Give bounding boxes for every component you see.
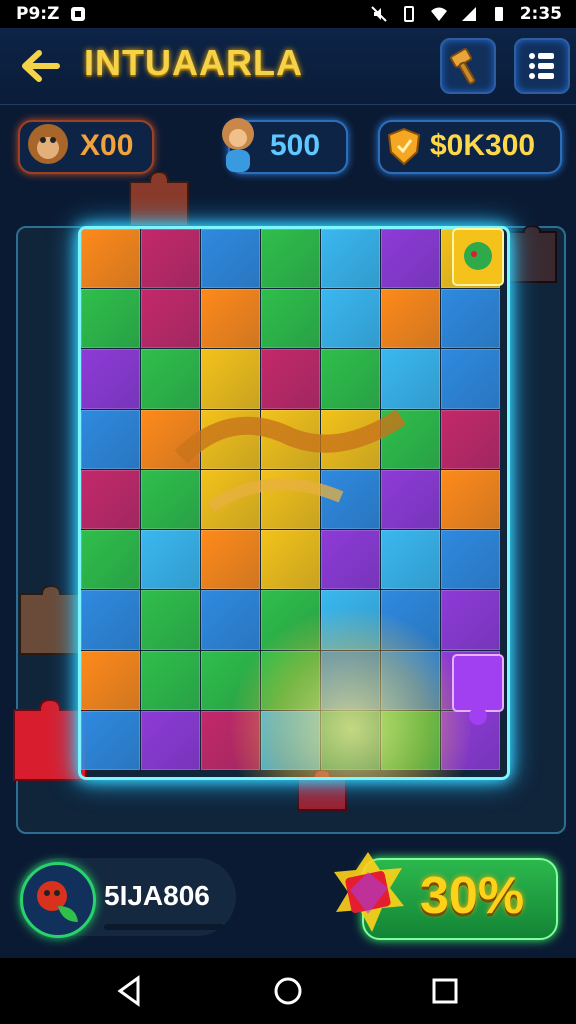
list-menu-icon bbox=[529, 53, 554, 79]
status-time-right: 2:35 bbox=[519, 4, 562, 24]
puzzle-piece[interactable] bbox=[81, 289, 140, 349]
puzzle-piece[interactable] bbox=[441, 590, 500, 650]
notification-icon bbox=[71, 7, 86, 21]
puzzle-piece[interactable] bbox=[141, 590, 200, 650]
back-button[interactable] bbox=[18, 46, 64, 86]
puzzle-board bbox=[78, 226, 510, 780]
signal-icon bbox=[461, 7, 476, 21]
puzzle-piece[interactable] bbox=[321, 229, 380, 289]
currency-pill-lives[interactable]: 500 bbox=[222, 118, 348, 174]
puzzle-piece[interactable] bbox=[441, 349, 500, 409]
monkey-face-icon bbox=[28, 124, 68, 164]
currency-value-coins: X00 bbox=[80, 129, 134, 162]
menu-button[interactable] bbox=[514, 38, 570, 94]
recents-square-icon[interactable] bbox=[428, 974, 462, 1008]
puzzle-piece[interactable] bbox=[81, 530, 140, 590]
dragon-artwork-icon bbox=[174, 409, 406, 513]
page-title: INTUAARLA bbox=[84, 42, 303, 83]
puzzle-piece[interactable] bbox=[441, 289, 500, 349]
vibrate-icon bbox=[403, 6, 414, 22]
header: INTUAARLA bbox=[0, 28, 576, 105]
hammer-icon bbox=[449, 48, 476, 85]
red-fruit-leaf-icon bbox=[37, 881, 78, 922]
puzzle-piece[interactable] bbox=[141, 710, 200, 770]
puzzle-piece[interactable] bbox=[261, 289, 320, 349]
puzzle-piece[interactable] bbox=[141, 229, 200, 289]
puzzle-piece[interactable] bbox=[141, 289, 200, 349]
corner-piece-top-right[interactable] bbox=[452, 228, 504, 286]
loose-puzzle-piece[interactable] bbox=[16, 586, 86, 658]
player-code: 5IJA806 bbox=[104, 880, 210, 911]
puzzle-piece[interactable] bbox=[321, 289, 380, 349]
currency-value-gold: $0K300 bbox=[430, 129, 536, 162]
status-bar: P9:Z 2:35 bbox=[0, 0, 576, 28]
navigation-bar bbox=[0, 958, 576, 1024]
currency-pill-gold[interactable]: $0K300 bbox=[378, 120, 562, 174]
home-circle-icon[interactable] bbox=[271, 974, 305, 1008]
puzzle-piece[interactable] bbox=[441, 469, 500, 530]
wifi-icon bbox=[430, 7, 447, 21]
avatar bbox=[20, 862, 96, 938]
puzzle-piece[interactable] bbox=[201, 590, 260, 650]
puzzle-piece[interactable] bbox=[261, 530, 320, 590]
status-time-left: P9:Z bbox=[16, 4, 60, 24]
red-gem-icon bbox=[334, 852, 404, 932]
battery-icon bbox=[494, 7, 503, 21]
puzzle-piece[interactable] bbox=[381, 530, 440, 590]
puzzle-piece[interactable] bbox=[141, 530, 200, 590]
puzzle-piece[interactable] bbox=[81, 590, 140, 650]
puzzle-piece[interactable] bbox=[201, 289, 260, 349]
puzzle-piece[interactable] bbox=[81, 469, 140, 530]
puzzle-piece[interactable] bbox=[441, 409, 500, 469]
corner-piece-bottom-right[interactable] bbox=[452, 654, 504, 726]
puzzle-piece[interactable] bbox=[81, 710, 140, 770]
back-triangle-icon[interactable] bbox=[112, 974, 146, 1008]
currency-pill-coins[interactable]: X00 bbox=[18, 120, 154, 174]
puzzle-piece[interactable] bbox=[81, 229, 140, 289]
hammer-button[interactable] bbox=[440, 38, 496, 94]
puzzle-piece[interactable] bbox=[381, 229, 440, 289]
loose-puzzle-piece[interactable] bbox=[504, 226, 560, 286]
puzzle-piece[interactable] bbox=[201, 229, 260, 289]
currency-value-lives: 500 bbox=[270, 129, 321, 162]
monkey-character-icon bbox=[222, 118, 254, 172]
puzzle-piece[interactable] bbox=[81, 650, 140, 710]
loose-puzzle-piece[interactable] bbox=[126, 172, 192, 230]
puzzle-piece[interactable] bbox=[261, 229, 320, 289]
puzzle-piece[interactable] bbox=[321, 530, 380, 590]
puzzle-piece[interactable] bbox=[201, 530, 260, 590]
puzzle-piece[interactable] bbox=[141, 650, 200, 710]
puzzle-piece[interactable] bbox=[381, 289, 440, 349]
puzzle-piece[interactable] bbox=[81, 349, 140, 409]
puzzle-piece[interactable] bbox=[441, 530, 500, 590]
player-level-bar bbox=[104, 924, 224, 930]
progress-percent: 30% bbox=[420, 867, 525, 925]
gold-shield-icon bbox=[387, 127, 421, 166]
player-card[interactable]: 5IJA806 bbox=[18, 858, 236, 938]
puzzle-piece[interactable] bbox=[81, 409, 140, 469]
mute-icon bbox=[370, 6, 387, 22]
back-arrow-icon bbox=[22, 50, 60, 82]
